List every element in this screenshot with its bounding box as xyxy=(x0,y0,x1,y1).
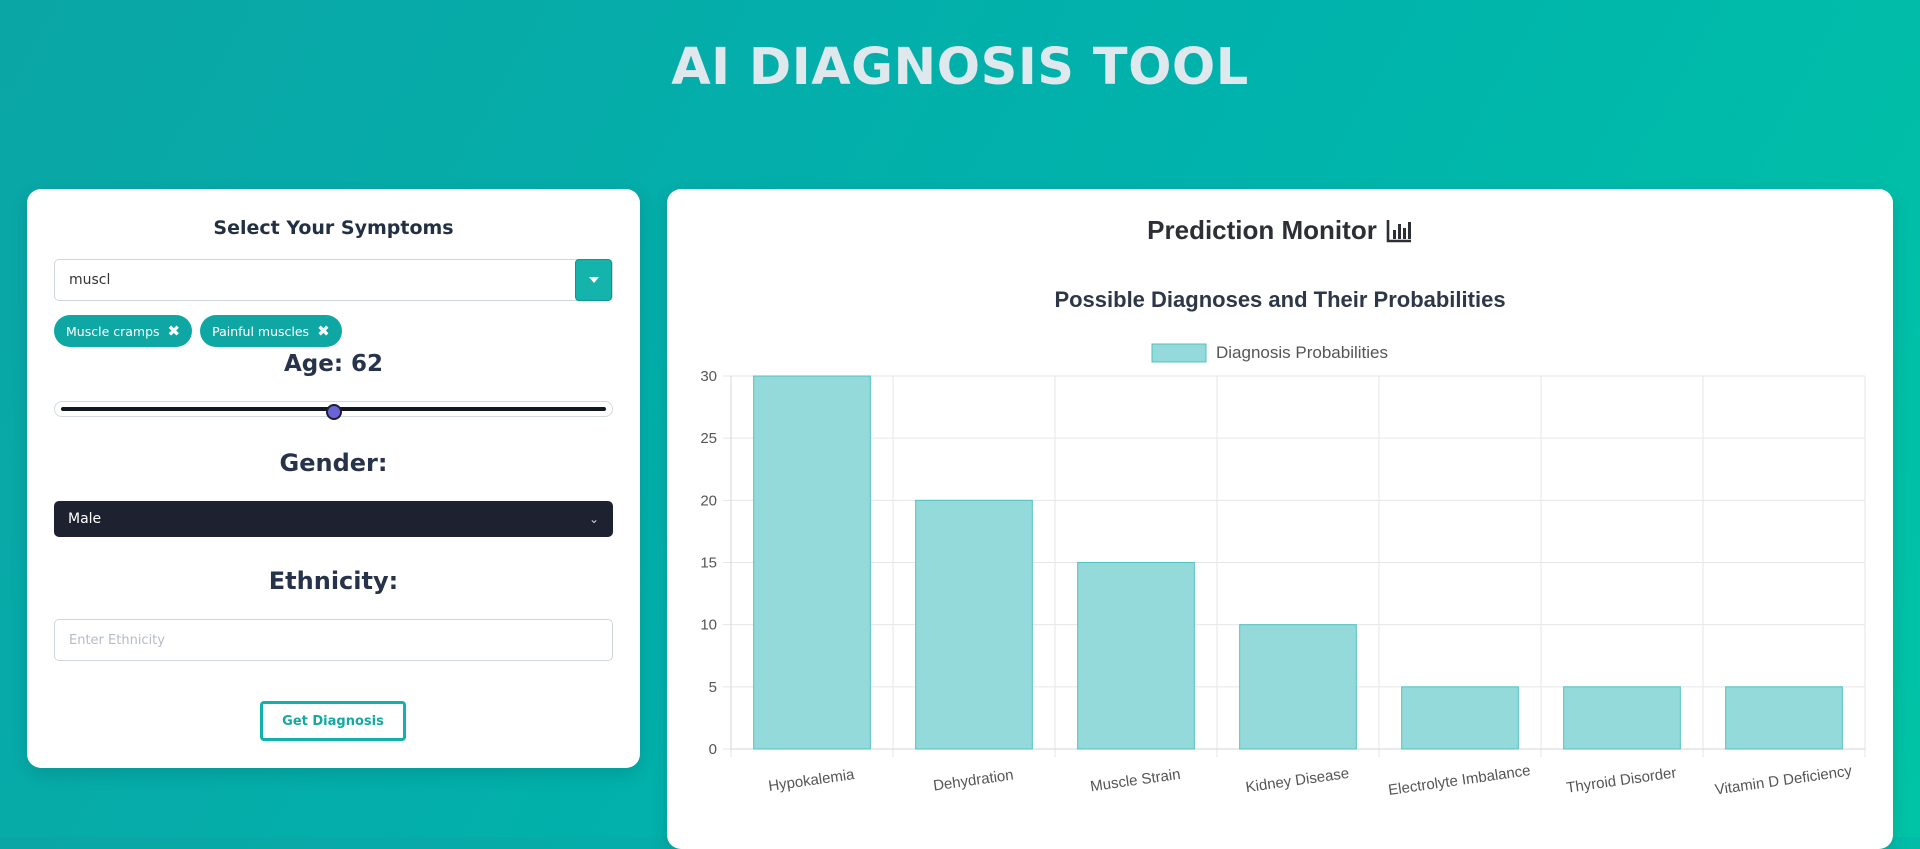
symptom-search-input[interactable] xyxy=(55,260,565,300)
bar xyxy=(1563,686,1681,750)
bar xyxy=(915,499,1033,750)
diagnosis-bar-chart: 0 5 10 15 20 25 30 Hypokalemia Dehydration Muscle… xyxy=(700,343,1866,799)
symptom-form-card: Select Your Symptoms Muscle cramps ✖ Pai… xyxy=(27,189,640,768)
y-tick-label: 15 xyxy=(700,555,717,572)
app-title: AI DIAGNOSIS TOOL xyxy=(671,38,1249,97)
symptom-chip: Muscle cramps ✖ xyxy=(54,315,193,347)
x-tick-label: Hypokalemia xyxy=(767,766,856,795)
bar xyxy=(1239,624,1357,750)
gender-label: Gender: xyxy=(279,449,388,477)
prediction-monitor-card: Prediction Monitor Possible Diagnoses an… xyxy=(667,189,1893,849)
age-slider-track xyxy=(61,404,606,420)
symptom-chip-label: Muscle cramps xyxy=(66,323,160,339)
close-icon[interactable]: ✖ xyxy=(317,323,330,339)
bar xyxy=(753,375,871,750)
close-icon[interactable]: ✖ xyxy=(168,323,181,339)
y-tick-label: 0 xyxy=(709,741,717,758)
symptom-chip-label: Painful muscles xyxy=(212,323,310,339)
age-slider-thumb[interactable] xyxy=(325,404,342,420)
age-label: Age: 62 xyxy=(283,351,384,377)
x-tick-label: Vitamin D Deficiency xyxy=(1714,762,1854,798)
symptom-search xyxy=(54,259,613,301)
selected-symptoms: Muscle cramps ✖ Painful muscles ✖ xyxy=(54,315,342,347)
bar xyxy=(1077,562,1195,750)
legend-swatch xyxy=(1151,343,1207,363)
chevron-down-icon: ⌄ xyxy=(588,512,599,526)
symptom-chip: Painful muscles ✖ xyxy=(200,315,342,347)
ethnicity-input[interactable] xyxy=(54,619,613,661)
bar xyxy=(1401,686,1519,750)
age-slider[interactable] xyxy=(54,401,613,420)
legend-label: Diagnosis Probabilities xyxy=(1216,343,1388,362)
caret-down-icon xyxy=(588,277,599,283)
x-tick-label: Dehydration xyxy=(932,766,1014,794)
symptoms-heading: Select Your Symptoms xyxy=(213,217,454,239)
gender-select-value: Male xyxy=(68,511,102,527)
y-tick-label: 25 xyxy=(700,430,717,447)
x-tick-label: Electrolyte Imbalance xyxy=(1387,762,1531,799)
get-diagnosis-button[interactable]: Get Diagnosis xyxy=(260,701,406,741)
ethnicity-label: Ethnicity: xyxy=(268,567,399,595)
y-tick-label: 10 xyxy=(700,617,717,634)
y-tick-label: 30 xyxy=(700,368,717,385)
x-tick-label: Thyroid Disorder xyxy=(1565,764,1677,796)
y-tick-label: 20 xyxy=(700,492,717,509)
bar xyxy=(1725,686,1843,750)
x-tick-label: Kidney Disease xyxy=(1245,765,1351,796)
symptom-dropdown-button[interactable] xyxy=(575,259,612,301)
gender-select[interactable]: Male ⌄ xyxy=(54,501,613,537)
x-tick-label: Muscle Strain xyxy=(1089,766,1181,795)
y-tick-label: 5 xyxy=(709,679,717,696)
